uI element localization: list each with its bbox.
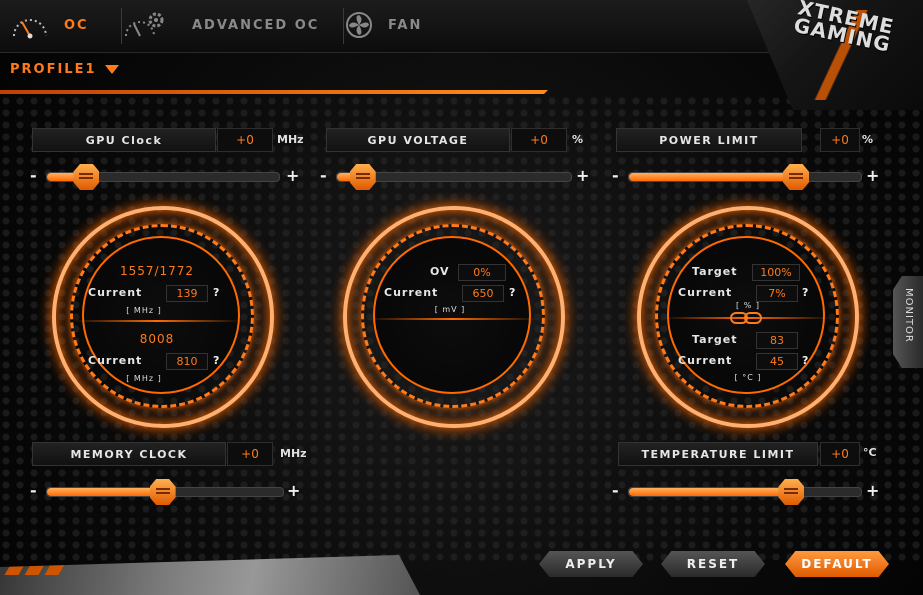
temperature-limit-slider-thumb[interactable] xyxy=(778,479,805,505)
gpu-clock-input[interactable]: +0 xyxy=(217,128,273,152)
gpu-clock-unit: MHz xyxy=(277,133,304,146)
temperature-limit-unit: °C xyxy=(863,446,877,459)
ring-divider xyxy=(72,320,242,322)
temperature-limit-slider-fill xyxy=(629,488,792,496)
clock-ring xyxy=(52,206,274,428)
gauge-gear-icon xyxy=(125,12,164,37)
ring-divider xyxy=(368,318,538,320)
gpu-voltage-plus-button[interactable]: + xyxy=(576,166,589,185)
monitor-side-tab[interactable]: MONITOR xyxy=(893,276,923,368)
temperature-limit-input[interactable]: +0 xyxy=(820,442,860,466)
memory-current-value: 810 xyxy=(166,353,208,370)
voltage-ring xyxy=(343,206,565,428)
power-limit-slider[interactable] xyxy=(628,164,862,190)
memory-clock-plus-button[interactable]: + xyxy=(287,481,300,500)
gpu-voltage-slider[interactable] xyxy=(336,164,572,190)
memory-current-help[interactable]: ? xyxy=(213,354,219,367)
power-unit: [ % ] xyxy=(736,301,760,310)
core-clock-value: 1557/1772 xyxy=(119,264,195,278)
gpu-voltage-unit: % xyxy=(572,133,584,146)
memory-clock-label: MEMORY CLOCK xyxy=(32,442,226,466)
power-limit-slider-thumb[interactable] xyxy=(783,164,810,190)
temp-current-value: 45 xyxy=(756,353,798,370)
temp-target-label: Target xyxy=(692,333,738,346)
core-current-value: 139 xyxy=(166,285,208,302)
power-target-value: 100% xyxy=(752,264,800,281)
gpu-clock-label: GPU Clock xyxy=(32,128,216,152)
tab-advanced-oc-label: ADVANCED OC xyxy=(192,17,320,33)
core-current-help[interactable]: ? xyxy=(213,286,219,299)
reset-button[interactable]: RESET xyxy=(661,551,765,577)
memory-clock-slider[interactable] xyxy=(46,479,284,505)
power-current-value: 7% xyxy=(756,285,798,302)
temp-current-label: Current xyxy=(678,354,733,367)
tab-oc-label: OC xyxy=(64,17,89,33)
voltage-current-value: 650 xyxy=(462,285,504,302)
power-target-label: Target xyxy=(692,265,738,278)
temperature-limit-plus-button[interactable]: + xyxy=(866,481,879,500)
power-limit-label: POWER LIMIT xyxy=(616,128,802,152)
power-limit-unit: % xyxy=(862,133,874,146)
gpu-clock-minus-button[interactable]: - xyxy=(30,166,37,185)
ov-label: OV xyxy=(430,265,450,278)
power-limit-minus-button[interactable]: - xyxy=(612,166,619,185)
memory-clock-unit: MHz xyxy=(280,447,307,460)
link-icon[interactable] xyxy=(730,312,762,324)
voltage-current-help[interactable]: ? xyxy=(509,286,515,299)
power-current-label: Current xyxy=(678,286,733,299)
temp-unit: [ °C ] xyxy=(734,373,762,382)
gpu-voltage-slider-thumb[interactable] xyxy=(349,164,376,190)
speedometer-icon xyxy=(13,19,47,39)
core-current-label: Current xyxy=(88,286,143,299)
memory-clock-minus-button[interactable]: - xyxy=(30,481,37,500)
power-limit-input[interactable]: +0 xyxy=(820,128,860,152)
divider xyxy=(0,90,520,94)
temp-target-value: 83 xyxy=(756,332,798,349)
gpu-clock-slider-thumb[interactable] xyxy=(73,164,100,190)
temperature-limit-minus-button[interactable]: - xyxy=(612,481,619,500)
power-limit-slider-fill xyxy=(629,173,797,181)
memory-clock-value: 8008 xyxy=(139,332,175,346)
default-button[interactable]: DEFAULT xyxy=(785,551,889,577)
gpu-voltage-label: GPU VOLTAGE xyxy=(326,128,510,152)
memory-clock-input[interactable]: +0 xyxy=(227,442,273,466)
profile-dropdown[interactable]: PROFILE1 xyxy=(10,62,119,77)
power-current-help[interactable]: ? xyxy=(802,286,808,299)
temperature-limit-label: TEMPERATURE LIMIT xyxy=(618,442,818,466)
core-unit: [ MHz ] xyxy=(126,306,162,315)
ov-value: 0% xyxy=(458,264,506,281)
gpu-clock-plus-button[interactable]: + xyxy=(286,166,299,185)
power-limit-plus-button[interactable]: + xyxy=(866,166,879,185)
memory-unit: [ MHz ] xyxy=(126,374,162,383)
gpu-clock-slider[interactable] xyxy=(46,164,280,190)
voltage-unit: [ mV ] xyxy=(434,305,466,314)
tab-advanced-oc[interactable]: ADVANCED OC xyxy=(112,0,344,50)
memory-clock-slider-fill xyxy=(47,488,163,496)
memory-current-label: Current xyxy=(88,354,143,367)
divider-accent xyxy=(514,90,548,94)
tab-oc[interactable]: OC xyxy=(0,0,122,50)
apply-button[interactable]: APPLY xyxy=(539,551,643,577)
temperature-limit-slider[interactable] xyxy=(628,479,862,505)
profile-label: PROFILE1 xyxy=(10,62,97,77)
monitor-label: MONITOR xyxy=(903,288,914,343)
voltage-current-label: Current xyxy=(384,286,439,299)
tab-fan-label: FAN xyxy=(388,17,423,33)
gpu-voltage-input[interactable]: +0 xyxy=(511,128,567,152)
temp-current-help[interactable]: ? xyxy=(802,354,808,367)
tab-fan[interactable]: FAN xyxy=(334,0,464,50)
memory-clock-slider-thumb[interactable] xyxy=(149,479,176,505)
gpu-voltage-minus-button[interactable]: - xyxy=(320,166,327,185)
fan-icon xyxy=(346,12,372,38)
chevron-down-icon xyxy=(104,65,119,74)
